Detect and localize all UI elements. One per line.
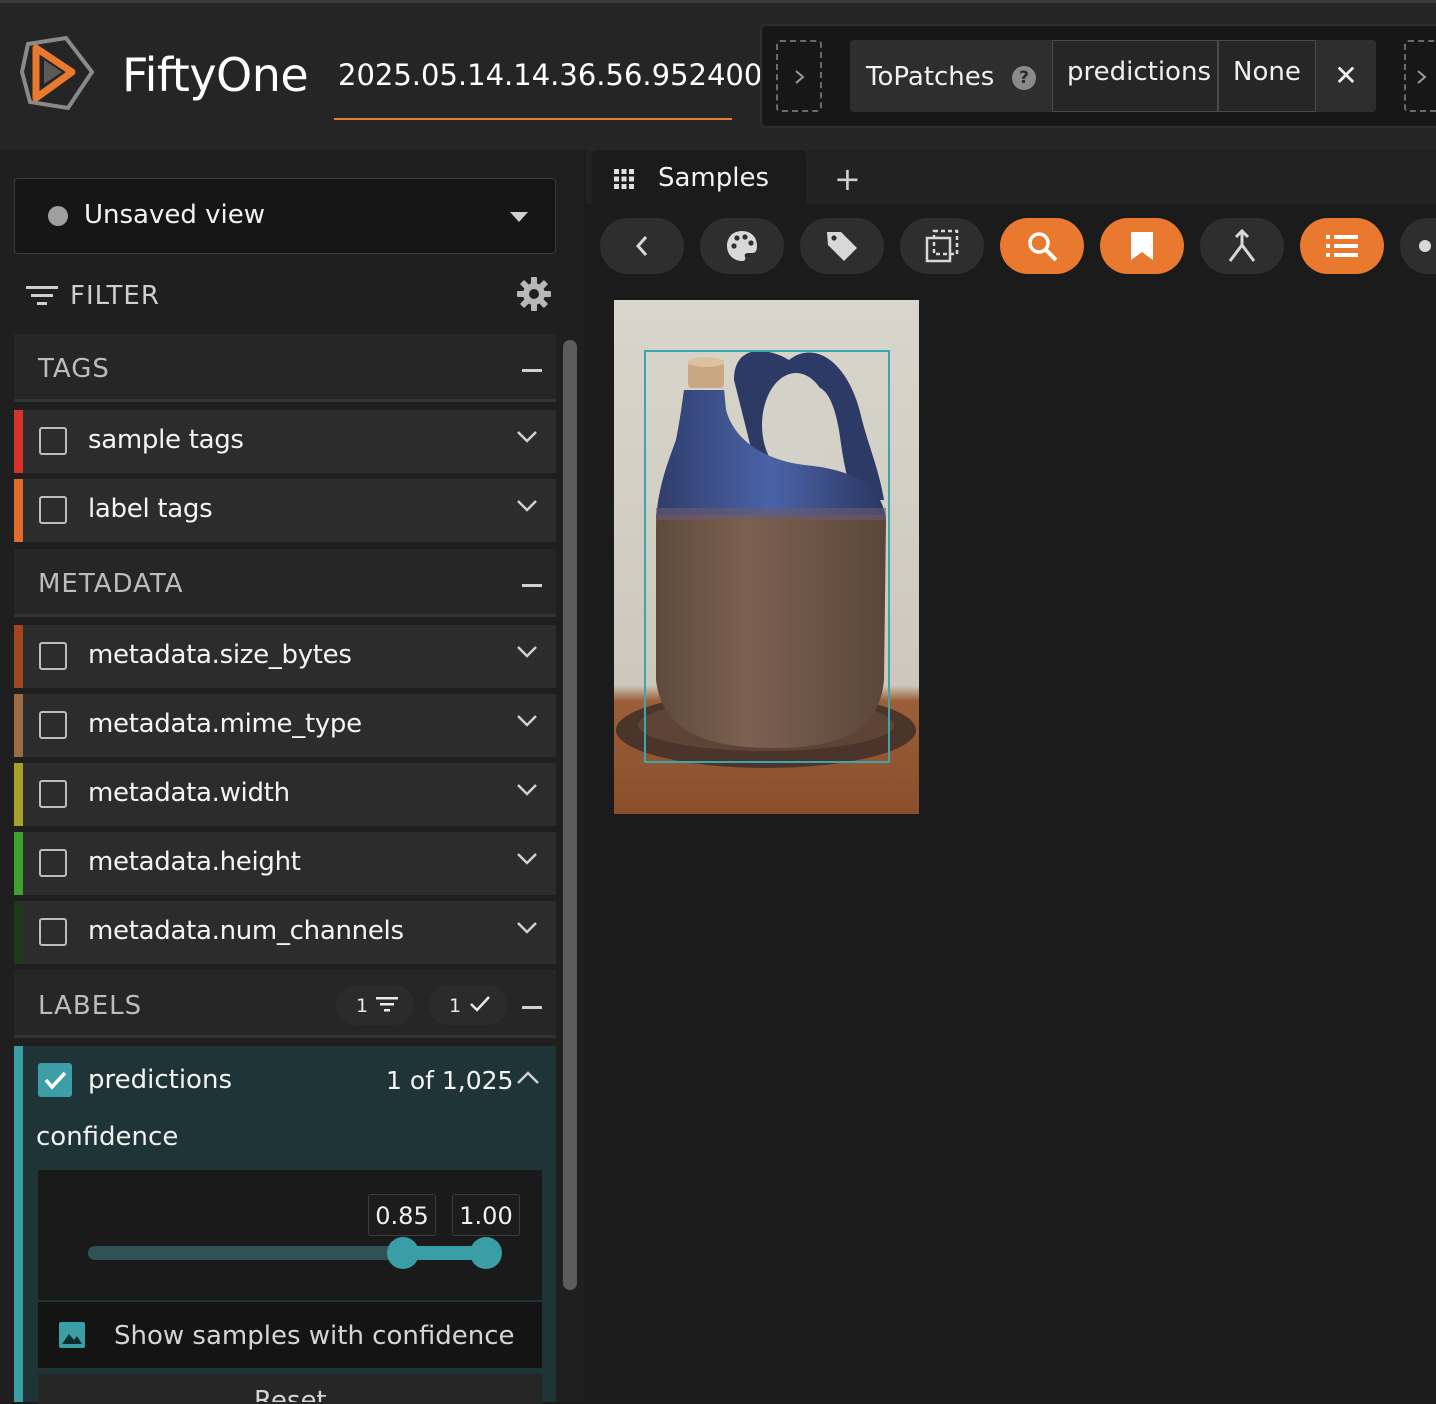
image-icon bbox=[59, 1322, 85, 1348]
checkbox[interactable] bbox=[39, 780, 67, 808]
confidence-min-value[interactable]: 0.85 bbox=[368, 1194, 436, 1236]
filter-count: 1 bbox=[356, 995, 369, 1017]
view-select-label: Unsaved view bbox=[84, 200, 266, 230]
field-name: metadata.width bbox=[88, 778, 290, 808]
predictions-checkbox[interactable] bbox=[38, 1063, 72, 1097]
chevron-right-icon bbox=[795, 70, 805, 84]
color-scheme-button[interactable] bbox=[700, 218, 784, 274]
add-stage-button[interactable] bbox=[1404, 40, 1436, 112]
tag-icon bbox=[827, 232, 857, 261]
filter-icon bbox=[376, 997, 398, 1012]
chevron-down-icon[interactable] bbox=[516, 783, 538, 797]
add-tab-plus-icon[interactable]: + bbox=[834, 160, 861, 198]
collapse-icon[interactable] bbox=[522, 584, 542, 587]
confidence-max-handle[interactable] bbox=[470, 1237, 502, 1269]
dataset-selector[interactable]: 2025.05.14.14.36.56.952400 bbox=[334, 58, 762, 120]
checkbox[interactable] bbox=[39, 427, 67, 455]
list-button[interactable] bbox=[1300, 218, 1384, 274]
tag-button[interactable] bbox=[800, 218, 884, 274]
caret-down-icon bbox=[510, 212, 528, 222]
reset-label: Reset bbox=[254, 1386, 327, 1402]
prediction-bounding-box bbox=[644, 350, 890, 763]
chevron-down-icon[interactable] bbox=[516, 921, 538, 935]
chevron-up-icon[interactable] bbox=[516, 1070, 540, 1086]
tags-group-title: TAGS bbox=[38, 354, 110, 384]
tab-samples-label: Samples bbox=[658, 163, 770, 193]
check-icon bbox=[44, 1071, 67, 1090]
confidence-label: confidence bbox=[36, 1122, 179, 1152]
field-name: metadata.size_bytes bbox=[88, 640, 352, 670]
grid-icon bbox=[614, 169, 634, 189]
metadata-group-title: METADATA bbox=[38, 569, 184, 599]
stage-param-field[interactable]: predictions bbox=[1052, 40, 1218, 112]
field-row-height[interactable]: metadata.height bbox=[14, 832, 556, 895]
field-name: sample tags bbox=[88, 425, 244, 455]
field-row-size-bytes[interactable]: metadata.size_bytes bbox=[14, 625, 556, 688]
search-icon bbox=[1028, 232, 1058, 262]
bookmark-icon bbox=[1131, 232, 1153, 260]
palette-icon bbox=[727, 231, 757, 261]
predictions-color-stripe bbox=[14, 1046, 23, 1402]
field-row-label-tags[interactable]: label tags bbox=[14, 479, 556, 542]
checkbox[interactable] bbox=[39, 711, 67, 739]
predictions-count: 1 of 1,025 bbox=[386, 1066, 514, 1095]
chevron-right-icon bbox=[1417, 70, 1427, 84]
search-button[interactable] bbox=[1000, 218, 1084, 274]
merge-icon bbox=[1228, 229, 1256, 262]
checkbox[interactable] bbox=[39, 496, 67, 524]
check-icon bbox=[470, 996, 490, 1012]
remove-stage-close-icon[interactable]: ✕ bbox=[1316, 40, 1376, 112]
collapse-icon[interactable] bbox=[522, 369, 542, 372]
visible-count-pill[interactable]: 1 bbox=[429, 985, 507, 1025]
stage-name: ToPatches bbox=[866, 62, 995, 92]
checkbox[interactable] bbox=[39, 849, 67, 877]
gear-icon[interactable] bbox=[516, 276, 552, 312]
checkbox[interactable] bbox=[39, 918, 67, 946]
confidence-max-value[interactable]: 1.00 bbox=[452, 1194, 520, 1236]
confidence-min-handle[interactable] bbox=[387, 1237, 419, 1269]
merge-button[interactable] bbox=[1200, 218, 1284, 274]
chevron-down-icon[interactable] bbox=[516, 714, 538, 728]
checkbox[interactable] bbox=[39, 642, 67, 670]
field-name: label tags bbox=[88, 494, 213, 524]
back-button[interactable] bbox=[600, 218, 684, 274]
chevron-down-icon[interactable] bbox=[516, 499, 538, 513]
field-row-width[interactable]: metadata.width bbox=[14, 763, 556, 826]
field-name: metadata.height bbox=[88, 847, 301, 877]
view-status-dot bbox=[48, 206, 68, 226]
chevron-left-icon bbox=[635, 236, 648, 256]
bookmark-button[interactable] bbox=[1100, 218, 1184, 274]
field-row-num-channels[interactable]: metadata.num_channels bbox=[14, 901, 556, 964]
chevron-down-icon[interactable] bbox=[516, 430, 538, 444]
show-samples-label: Show samples with confidence bbox=[114, 1321, 515, 1351]
app-title[interactable]: FiftyOne bbox=[122, 48, 309, 102]
predictions-field-name: predictions bbox=[88, 1065, 232, 1095]
stage-param-value[interactable]: None bbox=[1218, 40, 1316, 112]
fiftyone-logo-icon bbox=[19, 35, 95, 111]
chevron-down-icon[interactable] bbox=[516, 645, 538, 659]
insert-stage-before-button[interactable] bbox=[776, 40, 822, 112]
filter-icon bbox=[26, 286, 58, 305]
filter-count-pill[interactable]: 1 bbox=[336, 985, 414, 1025]
sidebar-scroll-thumb[interactable] bbox=[563, 340, 577, 1290]
field-row-mime-type[interactable]: metadata.mime_type bbox=[14, 694, 556, 757]
chevron-down-icon[interactable] bbox=[516, 852, 538, 866]
reset-label-clip: Reset bbox=[38, 1374, 542, 1402]
filter-label: FILTER bbox=[70, 281, 160, 311]
more-icon bbox=[1419, 240, 1432, 252]
select-icon bbox=[925, 229, 959, 263]
visible-count: 1 bbox=[449, 995, 462, 1017]
labels-group-title: LABELS bbox=[38, 991, 143, 1021]
field-name: metadata.num_channels bbox=[88, 916, 404, 946]
list-icon bbox=[1326, 235, 1358, 257]
field-name: metadata.mime_type bbox=[88, 709, 362, 739]
select-visible-button[interactable] bbox=[900, 218, 984, 274]
collapse-icon[interactable] bbox=[522, 1006, 542, 1009]
field-row-sample-tags[interactable]: sample tags bbox=[14, 410, 556, 473]
help-icon[interactable]: ? bbox=[1012, 66, 1036, 90]
